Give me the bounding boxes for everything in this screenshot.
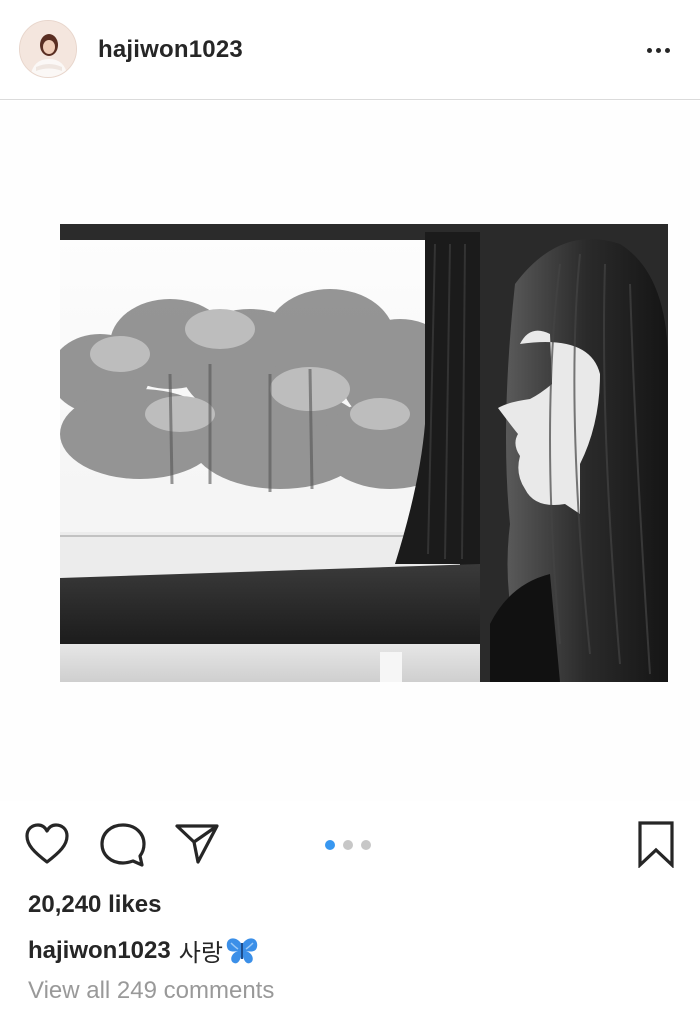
caption-text: 사랑 [178,940,223,967]
post-header: hajiwon1023 [0,0,700,100]
post-photo [60,224,668,682]
post-username[interactable]: hajiwon1023 [98,36,243,64]
caption-username[interactable]: hajiwon1023 [28,937,171,965]
car-window-photo [60,224,668,682]
likes-count[interactable]: 20,240 likes [28,891,161,919]
bookmark-icon[interactable] [636,820,676,869]
comment-bubble-icon[interactable] [100,822,146,868]
paper-plane-icon[interactable] [174,822,220,866]
profile-avatar-image [20,21,76,77]
carousel-dot [343,840,353,850]
view-all-comments-link[interactable]: View all 249 comments [28,977,274,1005]
avatar[interactable] [19,20,77,78]
carousel-dot-active [325,840,335,850]
more-options-icon[interactable] [638,38,678,62]
post-media[interactable] [0,101,700,801]
carousel-indicator [325,840,371,850]
butterfly-icon [226,937,258,963]
heart-icon[interactable] [24,822,70,866]
post-caption: hajiwon1023 사랑 [28,933,259,968]
carousel-dot [361,840,371,850]
